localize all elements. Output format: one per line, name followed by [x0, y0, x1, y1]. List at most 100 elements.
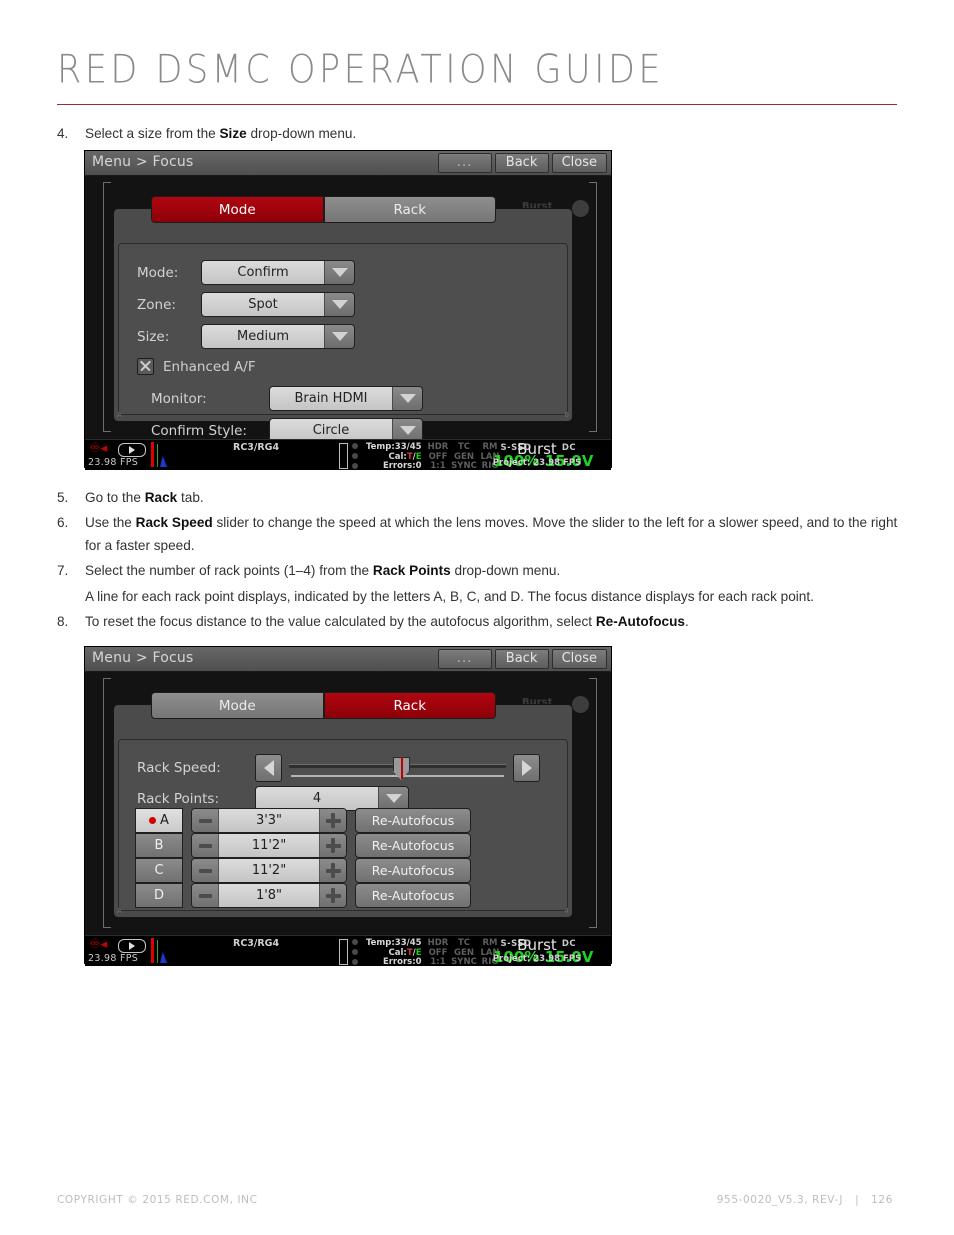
increase-button[interactable] — [320, 884, 346, 907]
camera-icon: ♾◂ — [89, 937, 108, 952]
close-button[interactable]: Close — [551, 649, 607, 669]
focus-distance-stepper[interactable]: 3'3" — [191, 808, 347, 833]
camera-menu-bar: Menu > Focus ... Back Close — [85, 151, 611, 176]
re-autofocus-button[interactable]: Re-Autofocus — [355, 833, 471, 858]
re-autofocus-button[interactable]: Re-Autofocus — [355, 858, 471, 883]
re-autofocus-button[interactable]: Re-Autofocus — [355, 808, 471, 833]
slider-increase-button[interactable] — [513, 754, 540, 782]
dialog-corner-marker-right: 6 — [564, 411, 569, 419]
dialog-corner-marker-left: A — [117, 907, 122, 915]
header-divider — [57, 104, 897, 105]
rack-point-d-button[interactable]: D — [135, 883, 183, 908]
tab-mode[interactable]: Mode — [151, 692, 324, 719]
status-fps: 23.98 FPS — [88, 457, 139, 468]
table-row: C 11'2" Re-Autofocus — [135, 858, 471, 883]
chevron-down-icon[interactable] — [393, 419, 422, 439]
frame-guide-left — [103, 678, 104, 928]
camera-viewport: AF Point Size Burst Reference Rack Speed… — [85, 672, 611, 935]
play-icon[interactable] — [118, 443, 146, 457]
more-button[interactable]: ... — [437, 649, 492, 669]
decrease-button[interactable] — [192, 809, 218, 832]
status-media-slots: RC3/RG4 — [233, 938, 280, 949]
close-button[interactable]: Close — [551, 153, 607, 173]
frame-guide-right-top — [589, 182, 597, 183]
frame-guide-left-top — [103, 182, 111, 183]
increase-button[interactable] — [320, 859, 346, 882]
breadcrumb: Menu > Focus — [92, 650, 194, 666]
step-text: Select the number of rack points (1–4) f… — [85, 563, 561, 578]
step-number: 7. — [57, 563, 69, 578]
status-temp-block: Temp:33/45 Cal:T/E Errors:0 — [366, 938, 422, 968]
dialog-corner-marker-right: 4 — [564, 907, 569, 915]
decrease-button[interactable] — [192, 834, 218, 857]
chevron-down-icon[interactable] — [325, 325, 354, 348]
zone-row: Zone: Spot — [137, 292, 355, 317]
focus-dialog-content: Mode: Confirm Zone: Spot Size: Medium En… — [118, 243, 568, 439]
tab-rack[interactable]: Rack — [323, 196, 496, 223]
checkbox-icon[interactable] — [137, 358, 154, 375]
focus-distance-value: 11'2" — [218, 859, 320, 882]
increase-button[interactable] — [320, 809, 346, 832]
table-row: B 11'2" Re-Autofocus — [135, 833, 471, 858]
mode-dropdown[interactable]: Confirm — [201, 260, 355, 285]
back-button[interactable]: Back — [494, 153, 549, 173]
slider-thumb[interactable] — [393, 757, 411, 780]
zone-dropdown[interactable]: Spot — [201, 292, 355, 317]
status-indicator-dots — [352, 443, 358, 469]
rack-point-b-button[interactable]: B — [135, 833, 183, 858]
frame-guide-right — [596, 678, 597, 928]
re-autofocus-button[interactable]: Re-Autofocus — [355, 883, 471, 908]
histogram — [151, 442, 177, 468]
play-icon[interactable] — [118, 939, 146, 953]
decrease-button[interactable] — [192, 859, 218, 882]
step-text: To reset the focus distance to the value… — [85, 614, 689, 629]
slider-decrease-button[interactable] — [255, 754, 282, 782]
chevron-down-icon[interactable] — [379, 787, 408, 810]
more-button[interactable]: ... — [437, 153, 492, 173]
rack-point-c-button[interactable]: C — [135, 858, 183, 883]
focus-distance-stepper[interactable]: 11'2" — [191, 858, 347, 883]
chevron-down-icon[interactable] — [325, 261, 354, 284]
step-text: A line for each rack point displays, ind… — [85, 589, 814, 604]
enhanced-af-checkbox-row[interactable]: Enhanced A/F — [137, 358, 256, 375]
confirm-style-row: Confirm Style: Circle — [151, 418, 423, 439]
focus-tabs: Mode Rack — [151, 692, 496, 719]
status-left-cluster: ♾◂ 23.98 FPS — [88, 937, 160, 965]
step-text: Select a size from the Size drop-down me… — [85, 126, 357, 141]
size-dropdown[interactable]: Medium — [201, 324, 355, 349]
chevron-down-icon[interactable] — [393, 387, 422, 410]
camera-menu-bar: Menu > Focus ... Back Close — [85, 647, 611, 672]
list-item: 8. To reset the focus distance to the va… — [57, 610, 902, 633]
back-button[interactable]: Back — [494, 649, 549, 669]
confirm-style-dropdown[interactable]: Circle — [269, 418, 423, 439]
step-text: Go to the Rack tab. — [85, 490, 204, 505]
status-errors: Errors:0 — [382, 957, 422, 968]
decrease-button[interactable] — [192, 884, 218, 907]
focus-distance-stepper[interactable]: 1'8" — [191, 883, 347, 908]
step-number: 6. — [57, 515, 69, 530]
frame-guide-left-top — [103, 678, 111, 679]
rack-speed-slider[interactable] — [255, 754, 540, 782]
slider-track[interactable] — [289, 755, 506, 781]
focus-distance-value: 3'3" — [218, 809, 320, 832]
frame-guide-right-bottom — [589, 431, 597, 432]
frame-guide-right-bottom — [589, 927, 597, 928]
chevron-down-icon[interactable] — [325, 293, 354, 316]
background-overlay-knob-icon — [572, 200, 589, 217]
monitor-dropdown[interactable]: Brain HDMI — [269, 386, 423, 411]
increase-button[interactable] — [320, 834, 346, 857]
page-title: RED DSMC OPERATION GUIDE — [57, 48, 665, 93]
frame-guide-right-top — [589, 678, 597, 679]
camera-status-bar: ♾◂ 23.98 FPS RC3/RG4 Temp:33/45 Cal:T/E … — [85, 439, 611, 472]
dialog-corner-marker-left: A — [117, 411, 122, 419]
tab-rack[interactable]: Rack — [323, 692, 496, 719]
tab-mode[interactable]: Mode — [151, 196, 324, 223]
footer-separator: | — [855, 1194, 860, 1206]
status-media-slots: RC3/RG4 — [233, 442, 280, 453]
status-mode-block: Burst Project: 23.98 FPS — [467, 441, 607, 468]
rack-point-letter: C — [154, 863, 164, 878]
focus-distance-stepper[interactable]: 11'2" — [191, 833, 347, 858]
mode-row: Mode: Confirm — [137, 260, 355, 285]
rack-point-a-button[interactable]: A — [135, 808, 183, 833]
status-errors: Errors:0 — [382, 461, 422, 472]
